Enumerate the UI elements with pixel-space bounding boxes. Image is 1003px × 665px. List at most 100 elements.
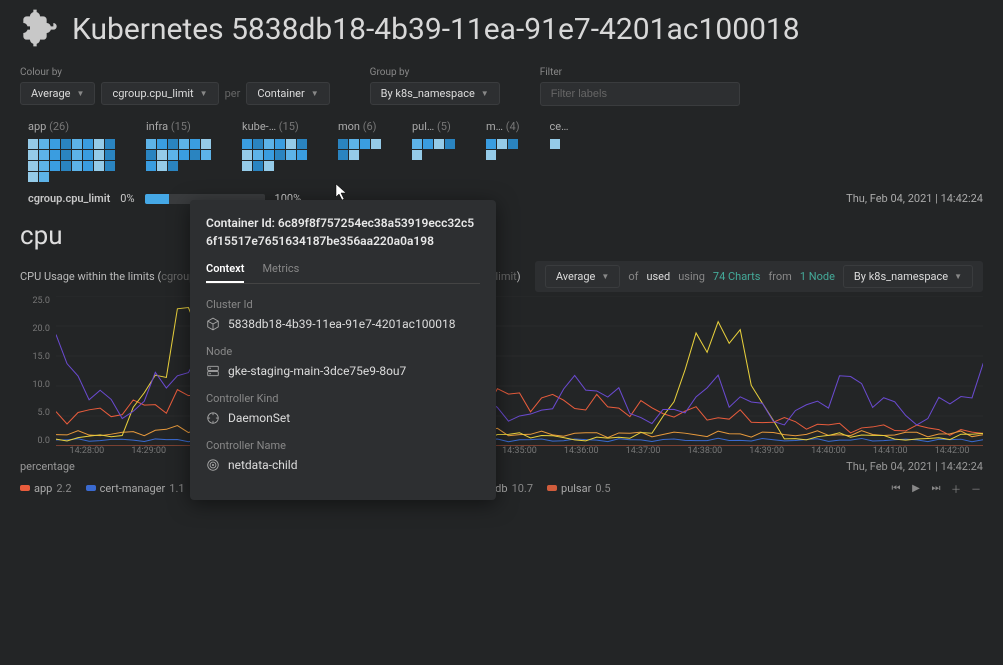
heatmap-cell[interactable] xyxy=(72,150,82,160)
heatmap-cell[interactable] xyxy=(50,139,60,149)
heatmap-cell[interactable] xyxy=(39,139,49,149)
heatmap-cell[interactable] xyxy=(338,139,348,149)
tab-context[interactable]: Context xyxy=(206,262,244,283)
heatmap-cell[interactable] xyxy=(486,139,496,149)
heatmap-cell[interactable] xyxy=(146,150,156,160)
skip-fwd-button[interactable]: ⏭ xyxy=(929,481,943,495)
heatmap-cell[interactable] xyxy=(423,139,433,149)
heatmap-cell[interactable] xyxy=(275,139,285,149)
play-button[interactable]: ▶ xyxy=(909,481,923,495)
heatmap-cell[interactable] xyxy=(50,161,60,171)
heatmap-cell[interactable] xyxy=(146,161,156,171)
node-link[interactable]: 1 Node xyxy=(800,270,835,283)
legend-item[interactable]: cert-manager 1.1 xyxy=(86,482,185,495)
legend-item[interactable]: pulsar 0.5 xyxy=(547,482,611,495)
heatmap-cell[interactable] xyxy=(253,150,263,160)
heatmap-cell[interactable] xyxy=(28,161,38,171)
heatmap-cell[interactable] xyxy=(338,150,348,160)
group-dropdown[interactable]: By k8s_namespace▼ xyxy=(843,265,973,288)
plus-button[interactable]: ＋ xyxy=(949,481,963,495)
heatmap-cell[interactable] xyxy=(50,150,60,160)
per-unit-dropdown[interactable]: Container ▼ xyxy=(246,82,329,105)
heatmap-cell[interactable] xyxy=(412,150,422,160)
heatmap-cell[interactable] xyxy=(83,150,93,160)
heatmap-cell[interactable] xyxy=(179,139,189,149)
heatmap-cell[interactable] xyxy=(28,150,38,160)
heatmap-cell[interactable] xyxy=(486,150,496,160)
heatmap-cells xyxy=(338,139,382,160)
heatmap-cell[interactable] xyxy=(146,139,156,149)
heatmap-cell[interactable] xyxy=(179,150,189,160)
heatmap-cell[interactable] xyxy=(105,150,115,160)
heatmap-cell[interactable] xyxy=(508,139,518,149)
heatmap-cell[interactable] xyxy=(264,150,274,160)
heatmap-cell[interactable] xyxy=(242,139,252,149)
heatmap-cell[interactable] xyxy=(412,139,422,149)
heatmap-cell[interactable] xyxy=(190,139,200,149)
heatmap-cell[interactable] xyxy=(72,161,82,171)
charts-link[interactable]: 74 Charts xyxy=(713,270,761,283)
filter-input[interactable] xyxy=(540,82,740,106)
heatmap-cell[interactable] xyxy=(83,139,93,149)
tab-metrics[interactable]: Metrics xyxy=(262,262,299,283)
heatmap-cell[interactable] xyxy=(39,161,49,171)
heatmap-cell[interactable] xyxy=(371,139,381,149)
heatmap-cell[interactable] xyxy=(550,139,560,149)
heatmap-cell[interactable] xyxy=(105,161,115,171)
colour-metric-dropdown[interactable]: Average ▼ xyxy=(20,82,95,105)
heatmap-cell[interactable] xyxy=(61,150,71,160)
chart-opts: Average▼ of used using 74 Charts from 1 … xyxy=(535,261,983,292)
heatmap-cell[interactable] xyxy=(360,139,370,149)
heatmap-cell[interactable] xyxy=(201,150,211,160)
heatmap-cell[interactable] xyxy=(157,150,167,160)
heatmap-cell[interactable] xyxy=(105,139,115,149)
minus-button[interactable]: － xyxy=(969,481,983,495)
heatmap-cell[interactable] xyxy=(157,139,167,149)
heatmap-cell[interactable] xyxy=(168,150,178,160)
heatmap-cell[interactable] xyxy=(253,139,263,149)
heatmap-cell[interactable] xyxy=(61,139,71,149)
heatmap-cell[interactable] xyxy=(61,161,71,171)
heatmap-cell[interactable] xyxy=(297,150,307,160)
per-unit-value: Container xyxy=(257,87,304,100)
heatmap-cell[interactable] xyxy=(349,150,359,160)
popover-field-value: 5838db18-4b39-11ea-91e7-4201ac100018 xyxy=(228,317,455,331)
heatmap-cell[interactable] xyxy=(94,150,104,160)
heatmap-cell[interactable] xyxy=(94,161,104,171)
popover-field: Controller Kind DaemonSet xyxy=(206,392,480,425)
chart-timestamp: Thu, Feb 04, 2021 | 14:42:24 xyxy=(846,460,983,473)
chevron-down-icon: ▼ xyxy=(200,89,208,98)
heatmap-cell[interactable] xyxy=(242,161,252,171)
heatmap-cell[interactable] xyxy=(434,139,444,149)
heatmap-cell[interactable] xyxy=(286,139,296,149)
heatmap-cell[interactable] xyxy=(28,139,38,149)
skip-back-button[interactable]: ⏮ xyxy=(889,481,903,495)
heatmap-cell[interactable] xyxy=(83,161,93,171)
heatmap-cell[interactable] xyxy=(190,150,200,160)
heatmap-cell[interactable] xyxy=(28,172,38,182)
heatmap-cell[interactable] xyxy=(242,150,252,160)
agg-dropdown[interactable]: Average▼ xyxy=(545,265,620,288)
limit-row: cgroup.cpu_limit 0% 100% Thu, Feb 04, 20… xyxy=(0,186,1003,211)
heatmap-cell[interactable] xyxy=(94,139,104,149)
heatmap-cell[interactable] xyxy=(157,161,167,171)
heatmap-cell[interactable] xyxy=(445,139,455,149)
heatmap-cell[interactable] xyxy=(168,161,178,171)
heatmap-cell[interactable] xyxy=(286,150,296,160)
heatmap-cell[interactable] xyxy=(497,139,507,149)
heatmap-cell[interactable] xyxy=(297,139,307,149)
heatmap-cell[interactable] xyxy=(349,139,359,149)
heatmap-cell[interactable] xyxy=(201,139,211,149)
heatmap-cell[interactable] xyxy=(253,161,263,171)
heatmap-cell[interactable] xyxy=(264,139,274,149)
heatmap-cell[interactable] xyxy=(168,139,178,149)
heatmap-cell[interactable] xyxy=(39,172,49,182)
colour-dim-dropdown[interactable]: cgroup.cpu_limit ▼ xyxy=(101,82,218,105)
heatmap-cell[interactable] xyxy=(264,161,274,171)
colour-dim-value: cgroup.cpu_limit xyxy=(112,87,193,100)
legend-item[interactable]: app 2.2 xyxy=(20,482,72,495)
heatmap-cell[interactable] xyxy=(275,150,285,160)
heatmap-cell[interactable] xyxy=(72,139,82,149)
heatmap-cell[interactable] xyxy=(39,150,49,160)
group-by-dropdown[interactable]: By k8s_namespace ▼ xyxy=(370,82,500,105)
